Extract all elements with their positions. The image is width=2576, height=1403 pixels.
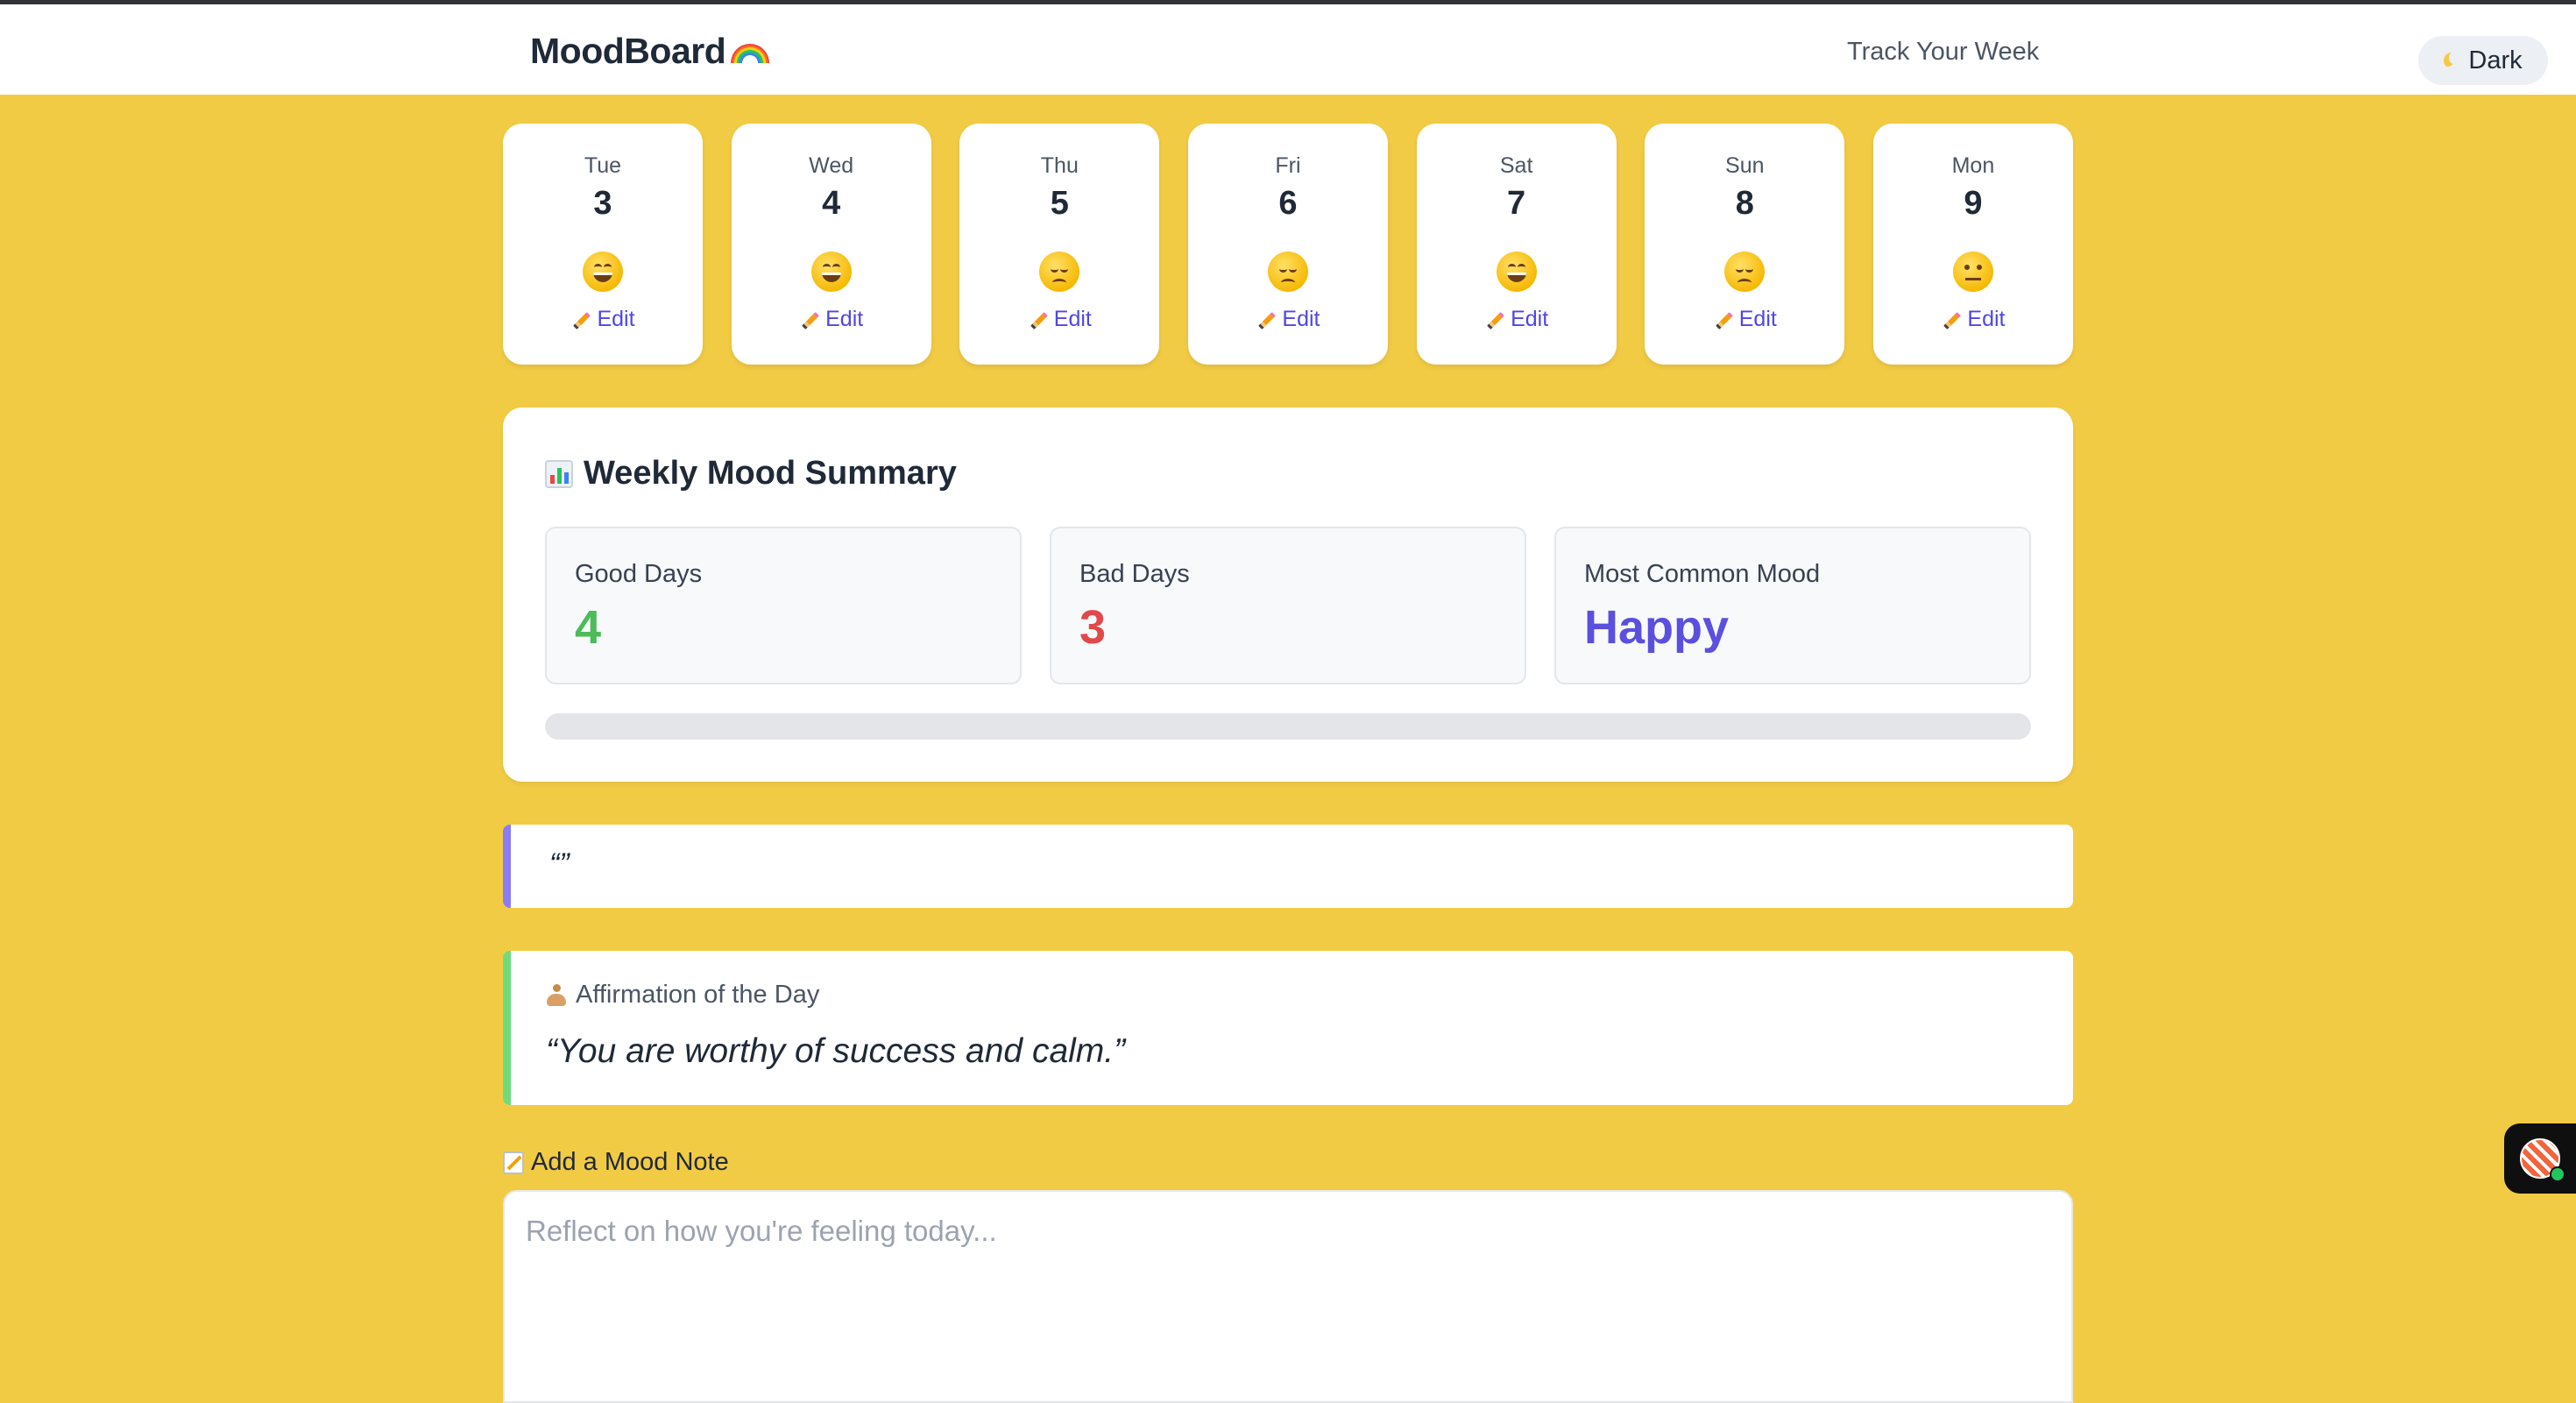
pencil-icon — [570, 309, 591, 330]
pencil-icon — [1028, 309, 1049, 330]
week-days-row: Tue 3 Edit Wed 4 Edit Thu 5 Edit Fri 6 E… — [503, 124, 2073, 365]
day-card-sat[interactable]: Sat 7 Edit — [1416, 124, 1617, 365]
pensive-face-icon — [1724, 252, 1766, 292]
meditation-icon — [546, 983, 567, 1007]
day-date: 7 — [1507, 185, 1526, 222]
day-date: 8 — [1735, 185, 1754, 222]
memo-icon — [503, 1151, 524, 1174]
edit-label: Edit — [825, 307, 864, 331]
mood-note-textarea[interactable] — [503, 1190, 2073, 1403]
edit-label: Edit — [1053, 307, 1092, 331]
mood-note-label-text: Add a Mood Note — [531, 1148, 729, 1176]
pencil-icon — [1713, 309, 1734, 330]
day-name: Fri — [1275, 153, 1301, 178]
edit-day-button[interactable]: Edit — [1417, 307, 1617, 332]
day-name: Thu — [1040, 153, 1079, 178]
dark-mode-label: Dark — [2468, 46, 2523, 74]
grinning-face-icon — [1496, 252, 1537, 292]
summary-title-text: Weekly Mood Summary — [584, 455, 957, 492]
day-card-tue[interactable]: Tue 3 Edit — [503, 124, 703, 365]
quote-text: “” — [549, 847, 570, 881]
day-card-wed[interactable]: Wed 4 Edit — [731, 124, 931, 365]
day-date: 9 — [1964, 185, 1983, 222]
bad-days-stat: Bad Days 3 — [1050, 527, 1526, 684]
edit-label: Edit — [1282, 307, 1320, 331]
day-card-sun[interactable]: Sun 8 Edit — [1645, 124, 1845, 365]
affirmation-header: Affirmation of the Day — [546, 981, 819, 1010]
pensive-face-icon — [1039, 252, 1080, 292]
affirmation-card: Affirmation of the Day “You are worthy o… — [503, 951, 2073, 1105]
dark-mode-toggle[interactable]: Dark — [2418, 36, 2548, 85]
edit-day-button[interactable]: Edit — [1188, 307, 1388, 332]
rainbow-icon — [731, 44, 770, 63]
day-date: 4 — [822, 185, 841, 222]
edit-day-button[interactable]: Edit — [1645, 307, 1844, 332]
mood-progress-bar — [545, 713, 2031, 740]
pencil-icon — [1256, 309, 1277, 330]
day-name: Wed — [809, 153, 854, 178]
mood-note-label: Add a Mood Note — [503, 1148, 729, 1177]
online-status-dot — [2550, 1166, 2565, 1182]
grinning-face-icon — [810, 252, 852, 292]
edit-day-button[interactable]: Edit — [503, 307, 703, 332]
edit-day-button[interactable]: Edit — [959, 307, 1159, 332]
neutral-face-icon — [1952, 252, 1993, 292]
weekly-summary-card: Weekly Mood Summary Good Days 4 Bad Days… — [503, 407, 2073, 782]
pencil-icon — [1484, 309, 1505, 330]
day-date: 6 — [1278, 185, 1298, 222]
good-days-value: 4 — [575, 601, 602, 654]
edit-day-button[interactable]: Edit — [732, 307, 931, 332]
edit-label: Edit — [1738, 307, 1777, 331]
good-days-stat: Good Days 4 — [545, 527, 1022, 684]
day-name: Sun — [1725, 153, 1765, 178]
edit-day-button[interactable]: Edit — [1873, 307, 2073, 332]
common-mood-label: Most Common Mood — [1584, 560, 1821, 588]
edit-label: Edit — [1967, 307, 2006, 331]
bar-chart-icon — [545, 459, 573, 488]
affirmation-text: “You are worthy of success and calm.” — [546, 1032, 1126, 1070]
summary-title: Weekly Mood Summary — [545, 455, 957, 492]
day-card-fri[interactable]: Fri 6 Edit — [1187, 124, 1388, 365]
brand-logo[interactable]: MoodBoard — [530, 31, 770, 72]
day-name: Tue — [584, 153, 622, 178]
good-days-label: Good Days — [575, 560, 703, 588]
bad-days-value: 3 — [1079, 601, 1107, 654]
edit-label: Edit — [597, 307, 635, 331]
common-mood-stat: Most Common Mood Happy — [1554, 527, 2031, 684]
day-date: 3 — [593, 185, 612, 222]
moon-icon — [2444, 51, 2464, 68]
pensive-face-icon — [1267, 252, 1308, 292]
day-card-thu[interactable]: Thu 5 Edit — [959, 124, 1160, 365]
top-navbar: MoodBoard Track Your Week Dark — [0, 0, 2576, 95]
nav-tagline[interactable]: Track Your Week — [1847, 38, 2039, 67]
pencil-icon — [1941, 309, 1962, 330]
affirmation-label: Affirmation of the Day — [576, 981, 820, 1009]
grinning-face-icon — [583, 252, 623, 292]
common-mood-value: Happy — [1584, 601, 1730, 654]
day-name: Sat — [1499, 153, 1533, 178]
pencil-icon — [799, 309, 820, 330]
quote-card: “” — [503, 825, 2073, 908]
brand-name: MoodBoard — [530, 31, 726, 71]
edit-label: Edit — [1511, 307, 1549, 331]
day-date: 5 — [1050, 185, 1069, 222]
bad-days-label: Bad Days — [1079, 560, 1190, 588]
floating-chat-widget[interactable] — [2504, 1123, 2576, 1194]
day-card-mon[interactable]: Mon 9 Edit — [1872, 124, 2073, 365]
day-name: Mon — [1951, 153, 1995, 178]
